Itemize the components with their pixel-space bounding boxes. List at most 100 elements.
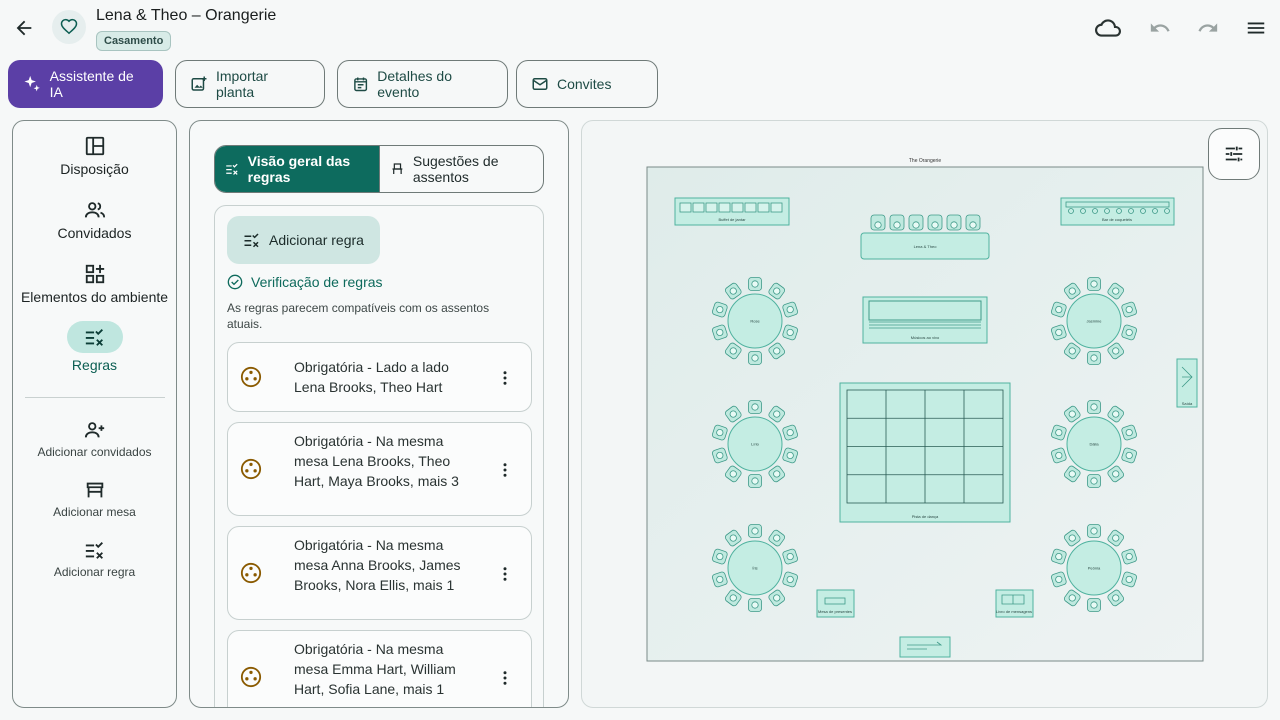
more-vert-icon (503, 463, 507, 477)
seat-guest-marker (786, 428, 794, 437)
seat-guest-marker (751, 354, 759, 362)
rules-panel: Visão geral das regras Sugestões de asse… (189, 120, 569, 708)
image-upload-icon (191, 76, 207, 91)
seat-guest-marker (1112, 410, 1120, 418)
nav-divider (25, 397, 165, 398)
import-floorplan-button[interactable]: Importar planta (175, 60, 325, 108)
rule-card[interactable]: Obrigatória - Na mesma mesa Emma Hart, W… (227, 630, 532, 707)
rule-more-button[interactable] (493, 366, 517, 390)
seat-guest-marker (1068, 534, 1076, 542)
head-table-label: Lena & Theo (914, 244, 938, 249)
rules-segmented-control: Visão geral das regras Sugestões de asse… (214, 145, 544, 193)
seat-guest-marker (773, 470, 781, 478)
tab-seat-suggestions[interactable]: Sugestões de assentos (379, 146, 543, 192)
floorplan-svg[interactable]: The Orangerie Buffet de jantar Lena & The… (582, 121, 1268, 708)
seat-guest-marker (729, 287, 737, 295)
venue-name: The Orangerie (909, 158, 941, 164)
heart-icon (60, 18, 78, 35)
event-details-button[interactable]: Detalhes do evento (337, 60, 508, 108)
redo-button[interactable] (1188, 8, 1228, 48)
rule-card[interactable]: Obrigatória - Na mesma mesa Anna Brooks,… (227, 526, 532, 620)
seat-guest-marker (1068, 470, 1076, 478)
seat-guest-marker (1055, 428, 1063, 437)
add-rule-nav-button[interactable]: Adicionar regra (13, 539, 176, 579)
exit-label: Saída (1182, 401, 1193, 406)
seat-guest-marker (786, 328, 794, 337)
seat-guest-marker (786, 305, 794, 314)
seat-guest-marker (716, 428, 724, 437)
nav-item-layout[interactable]: Disposição (13, 135, 176, 177)
seat-guest-marker (773, 534, 781, 542)
seat-guest-marker (1112, 594, 1120, 602)
floorplan-canvas[interactable]: The Orangerie Buffet de jantar Lena & The… (581, 120, 1268, 708)
more-vert-icon (503, 371, 507, 385)
add-rule-button[interactable]: Adicionar regra (227, 216, 380, 264)
tab-label: Sugestões de assentos (412, 153, 499, 185)
rule-text: Obrigatória - Na mesma mesa Emma Hart, W… (294, 641, 456, 697)
add-rule-label: Adicionar regra (269, 232, 364, 248)
seat-guest-marker (729, 594, 737, 602)
nav-item-label: Disposição (60, 161, 129, 177)
event-details-label: Detalhes do evento (377, 68, 452, 100)
nav-item-rules[interactable]: Regras (13, 321, 176, 373)
rule-check-title: Verificação de regras (251, 274, 383, 290)
seat-guest-marker (969, 221, 977, 229)
seat-guest-marker (1125, 575, 1133, 584)
table-seats-icon (240, 458, 262, 480)
seat-guest-marker (1068, 347, 1076, 355)
rule-more-button[interactable] (493, 562, 517, 586)
seat-guest-marker (729, 410, 737, 418)
more-vert-icon (503, 567, 507, 581)
rule-more-button[interactable] (493, 458, 517, 482)
seat-guest-marker (716, 575, 724, 584)
favorite-button[interactable] (52, 10, 86, 44)
tab-rules-overview[interactable]: Visão geral das regras (215, 146, 379, 192)
seat-guest-marker (773, 287, 781, 295)
nav-item-room-elements[interactable]: Elementos do ambiente (13, 263, 176, 305)
quick-action-label: Adicionar regra (53, 565, 136, 579)
rule-more-button[interactable] (493, 666, 517, 690)
rule-icon (244, 233, 259, 248)
seat-guest-marker (1068, 410, 1076, 418)
buffet-label: Buffet de jantar (718, 217, 746, 222)
calendar-icon (354, 77, 368, 92)
menu-button[interactable] (1236, 8, 1276, 48)
rule-text: Obrigatória - Na mesma mesa Lena Brooks,… (294, 433, 459, 489)
back-button[interactable] (4, 8, 44, 48)
buffet-dish (705, 202, 718, 213)
cocktail-bar-label: Bar de coquetéis (1102, 217, 1132, 222)
quick-action-label: Adicionar convidados (37, 445, 152, 459)
music-label: Músicos ao vivo (911, 335, 940, 340)
seat-guest-marker (1090, 280, 1098, 288)
rule-card[interactable]: Obrigatória - Lado a lado Lena Brooks, T… (227, 342, 532, 412)
round-table-label: Jasmine (1087, 319, 1103, 324)
undo-button[interactable] (1140, 8, 1180, 48)
canvas-settings-button[interactable] (1208, 128, 1260, 180)
seat-guest-marker (716, 305, 724, 314)
invitations-button[interactable]: Convites (516, 60, 658, 108)
nav-item-guests[interactable]: Convidados (13, 199, 176, 241)
exit-door (1176, 358, 1198, 408)
round-table-label: Dália (1089, 442, 1099, 447)
seat-guest-marker (1125, 428, 1133, 437)
rule-card[interactable]: Obrigatória - Na mesma mesa Lena Brooks,… (227, 422, 532, 516)
seat-guest-marker (716, 552, 724, 561)
seat-guest-marker (1112, 470, 1120, 478)
people-icon (84, 202, 105, 218)
ai-assistant-button[interactable]: Assistente de IA (8, 60, 163, 108)
cloud-sync-button[interactable] (1088, 8, 1128, 48)
buffet-dish (757, 202, 770, 213)
buffet-dish (770, 202, 783, 213)
arrow-back-icon (16, 20, 32, 36)
check-circle-icon (227, 274, 243, 290)
cloud-icon (1095, 19, 1121, 37)
table-seats-icon (240, 666, 262, 688)
seat-icon (392, 163, 403, 174)
entrance (899, 636, 951, 658)
add-guests-button[interactable]: Adicionar convidados (13, 419, 176, 459)
more-vert-icon (503, 671, 507, 685)
seat-guest-marker (786, 451, 794, 460)
layout-icon (85, 136, 104, 156)
add-table-button[interactable]: Adicionar mesa (13, 479, 176, 519)
seat-guest-marker (1090, 403, 1098, 411)
